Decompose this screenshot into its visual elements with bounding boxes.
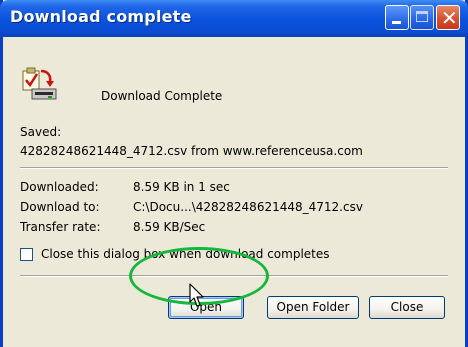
saved-file-line: 42828248621448_4712.csv from www.referen… [20, 144, 363, 158]
close-button[interactable]: Close [369, 296, 445, 319]
download-dialog: Download complete ✕ Download Complete Sa… [0, 0, 468, 347]
close-when-done-label[interactable]: Close this dialog box when download comp… [41, 247, 330, 261]
download-to-value: C:\Docu...\42828248621448_4712.csv [133, 200, 363, 214]
window-title: Download complete [10, 7, 192, 26]
downloaded-value: 8.59 KB in 1 sec [133, 180, 230, 194]
separator [20, 167, 448, 169]
title-bar[interactable]: Download complete ✕ [0, 0, 468, 37]
download-to-label: Download to: [20, 200, 100, 214]
maximize-button[interactable] [410, 5, 434, 30]
saved-label: Saved: [20, 125, 62, 139]
downloaded-label: Downloaded: [20, 180, 99, 194]
close-window-button[interactable]: ✕ [436, 5, 460, 30]
transfer-rate-value: 8.59 KB/Sec [133, 220, 206, 234]
mouse-pointer-icon [189, 283, 204, 307]
open-folder-button[interactable]: Open Folder [267, 296, 359, 319]
close-when-done-checkbox[interactable] [20, 248, 33, 261]
download-complete-message: Download Complete [101, 89, 223, 103]
download-complete-icon [22, 67, 57, 100]
transfer-rate-label: Transfer rate: [20, 220, 101, 234]
close-icon: ✕ [441, 6, 458, 30]
separator [20, 275, 448, 277]
minimize-button[interactable] [385, 5, 409, 30]
dialog-body: Download Complete Saved: 42828248621448_… [3, 37, 465, 347]
